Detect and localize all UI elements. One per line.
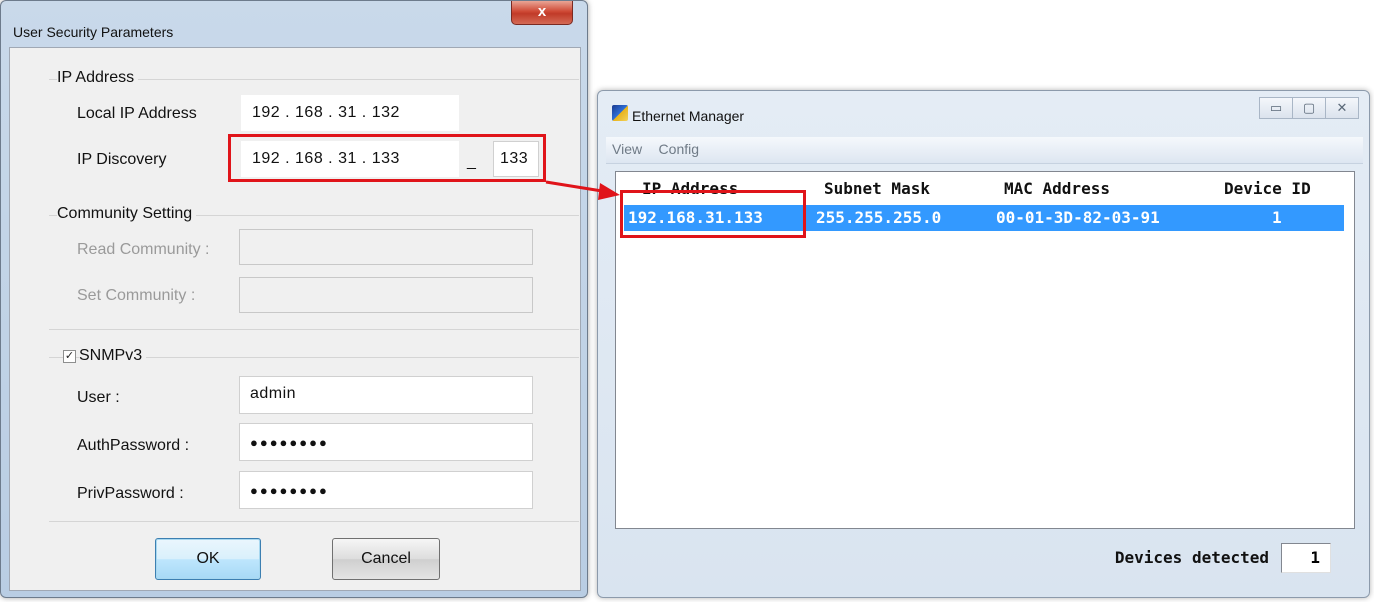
- red-arrow: [545, 180, 620, 200]
